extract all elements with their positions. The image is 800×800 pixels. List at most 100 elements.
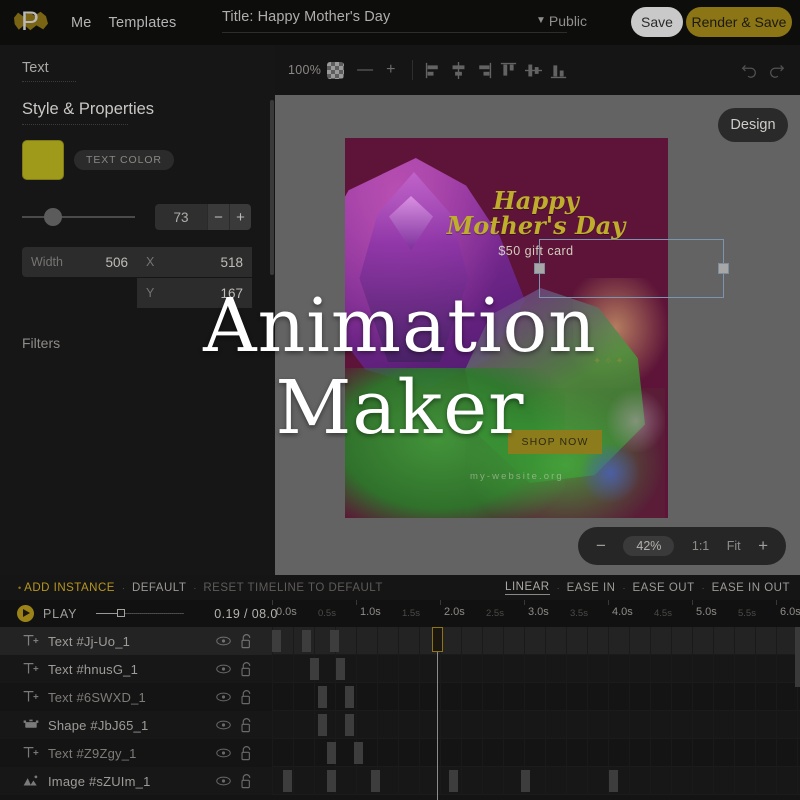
save-button[interactable]: Save — [631, 7, 683, 37]
play-button-label[interactable]: PLAY — [43, 607, 77, 621]
lock-icon[interactable] — [240, 633, 253, 649]
timeline-layer-row[interactable]: Image #sZUIm_1 — [0, 767, 800, 795]
layer-track[interactable] — [272, 739, 800, 767]
keyframe-block[interactable] — [327, 770, 336, 792]
timeline-layer-row[interactable]: Text #Z9Zgy_1 — [0, 739, 800, 767]
reset-timeline-button[interactable]: RESET TIMELINE TO DEFAULT — [203, 582, 383, 594]
keyframe-block[interactable] — [272, 630, 281, 652]
scrub-knob[interactable] — [117, 609, 126, 617]
align-top-icon[interactable] — [500, 62, 517, 79]
layer-track[interactable] — [272, 767, 800, 795]
undo-icon[interactable] — [740, 61, 758, 79]
keyframe-block[interactable] — [345, 686, 354, 708]
timeline-scrollbar[interactable] — [795, 627, 800, 687]
layer-info-cell[interactable]: Image #sZUIm_1 — [0, 767, 272, 795]
selection-box[interactable] — [539, 239, 724, 298]
eye-icon[interactable] — [216, 662, 231, 675]
layer-info-cell[interactable]: Text #hnusG_1 — [0, 655, 272, 683]
lock-icon[interactable] — [240, 689, 253, 705]
easing-ease-out-button[interactable]: EASE OUT — [632, 582, 694, 594]
keyframe-block[interactable] — [318, 714, 327, 736]
canvas-viewport[interactable]: ✦ ✧ ✦ Happy Mother's Day $50 gift card S… — [275, 95, 800, 575]
canvas-zoom-in-button[interactable]: + — [758, 536, 768, 556]
add-instance-button[interactable]: ADD INSTANCE — [24, 582, 115, 594]
align-center-horizontal-icon[interactable] — [450, 61, 467, 79]
keyframe-block[interactable] — [330, 630, 339, 652]
play-icon[interactable] — [17, 605, 34, 622]
layer-track[interactable] — [272, 711, 800, 739]
lock-icon[interactable] — [240, 661, 253, 677]
keyframe-block[interactable] — [609, 770, 618, 792]
canvas-zoom-percent[interactable]: 42% — [623, 536, 675, 556]
font-size-increment[interactable]: + — [229, 204, 251, 230]
app-logo[interactable]: P — [8, 0, 54, 45]
artboard-cta-button[interactable]: SHOP NOW — [508, 430, 602, 454]
keyframe-block[interactable] — [449, 770, 458, 792]
layer-info-cell[interactable]: Text #Jj-Uo_1 — [0, 627, 272, 655]
layer-track[interactable] — [272, 627, 800, 655]
nav-item-templates[interactable]: Templates — [109, 15, 177, 31]
align-middle-vertical-icon[interactable] — [524, 62, 542, 79]
keyframe-block[interactable] — [318, 686, 327, 708]
eye-icon[interactable] — [216, 774, 231, 787]
layer-info-cell[interactable]: Shape #JbJ65_1 — [0, 711, 272, 739]
resize-handle-right[interactable] — [718, 263, 729, 274]
keyframe-block[interactable] — [336, 658, 345, 680]
render-and-save-button[interactable]: Render & Save — [686, 7, 792, 37]
keyframe-block[interactable] — [354, 742, 363, 764]
lock-icon[interactable] — [240, 745, 253, 761]
keyframe-block[interactable] — [521, 770, 530, 792]
zoom-in-button[interactable]: + — [386, 61, 395, 79]
transparency-checker-icon[interactable] — [327, 61, 345, 79]
default-button[interactable]: DEFAULT — [132, 582, 186, 594]
zoom-out-button[interactable]: — — [357, 61, 373, 79]
timeline-layer-row[interactable]: Text #6SWXD_1 — [0, 683, 800, 711]
playhead-line[interactable] — [437, 627, 438, 800]
keyframe-block[interactable] — [371, 770, 380, 792]
text-color-swatch[interactable] — [22, 140, 64, 180]
font-size-slider[interactable] — [22, 208, 135, 226]
easing-ease-in-button[interactable]: EASE IN — [567, 582, 616, 594]
timeline-layer-row[interactable]: Shape #JbJ65_1 — [0, 711, 800, 739]
sidebar-scrollbar[interactable] — [270, 100, 274, 275]
layer-info-cell[interactable]: Text #6SWXD_1 — [0, 683, 272, 711]
y-field[interactable]: Y 167 — [137, 278, 252, 308]
project-title-field[interactable]: Title: Happy Mother's Day — [222, 8, 567, 33]
timeline-scrub-slider[interactable] — [96, 609, 185, 617]
eye-icon[interactable] — [216, 634, 231, 647]
canvas-zoom-fit-button[interactable]: Fit — [727, 539, 741, 553]
font-size-decrement[interactable]: − — [207, 204, 229, 230]
text-color-label[interactable]: TEXT COLOR — [74, 150, 174, 170]
keyframe-block[interactable] — [327, 742, 336, 764]
width-field[interactable]: Width 506 — [22, 247, 137, 277]
design-panel-button[interactable]: Design — [718, 108, 788, 142]
layer-track[interactable] — [272, 683, 800, 711]
easing-ease-in-out-button[interactable]: EASE IN OUT — [712, 582, 790, 594]
eye-icon[interactable] — [216, 746, 231, 759]
x-field[interactable]: X 518 — [137, 247, 252, 277]
artboard[interactable]: ✦ ✧ ✦ Happy Mother's Day $50 gift card S… — [345, 138, 668, 518]
playhead-handle[interactable] — [432, 627, 443, 652]
lock-icon[interactable] — [240, 717, 253, 733]
layer-info-cell[interactable]: Text #Z9Zgy_1 — [0, 739, 272, 767]
eye-icon[interactable] — [216, 718, 231, 731]
keyframe-block[interactable] — [283, 770, 292, 792]
nav-item-me[interactable]: Me — [71, 15, 92, 31]
sidebar-section-filters[interactable]: Filters — [22, 308, 60, 351]
artboard-website-text[interactable]: my-website.org — [470, 471, 650, 482]
keyframe-block[interactable] — [302, 630, 311, 652]
visibility-dropdown[interactable]: ▼ Public — [536, 13, 587, 29]
easing-linear-button[interactable]: LINEAR — [505, 581, 550, 595]
resize-handle-left[interactable] — [534, 263, 545, 274]
keyframe-block[interactable] — [345, 714, 354, 736]
canvas-zoom-out-button[interactable]: − — [596, 536, 606, 556]
artboard-heading[interactable]: Happy Mother's Day — [421, 188, 651, 238]
align-left-icon[interactable] — [425, 62, 442, 79]
eye-icon[interactable] — [216, 690, 231, 703]
lock-icon[interactable] — [240, 773, 253, 789]
timeline-ruler[interactable]: 0.0s 1.0s 2.0s 3.0s 4.0s 5.0s 6.0s 0.5s 1.5s 2.5s… — [272, 600, 800, 627]
font-size-value[interactable]: 73 — [155, 204, 207, 230]
keyframe-block[interactable] — [310, 658, 319, 680]
align-bottom-icon[interactable] — [550, 62, 567, 79]
timeline-layer-row[interactable]: Text #hnusG_1 — [0, 655, 800, 683]
